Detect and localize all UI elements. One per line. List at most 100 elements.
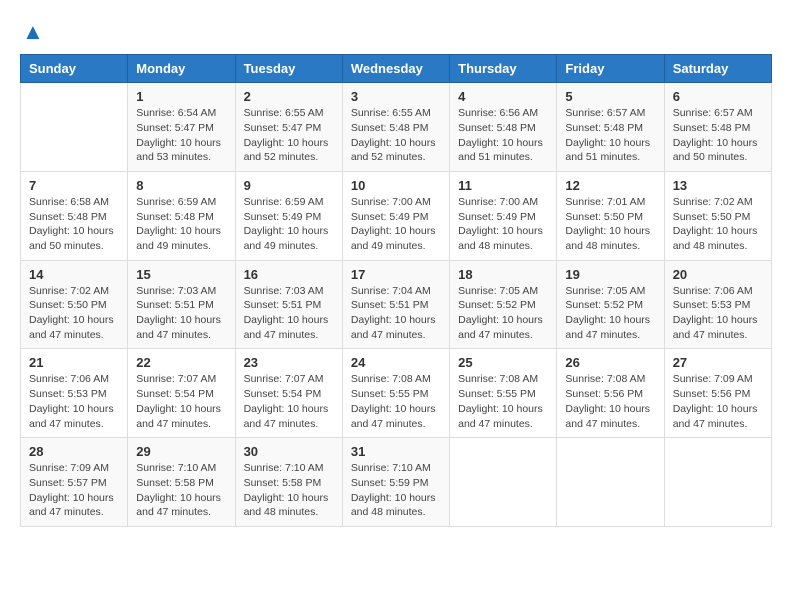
calendar-cell: 26 Sunrise: 7:08 AM Sunset: 5:56 PM Dayli…	[557, 349, 664, 438]
day-number: 9	[244, 178, 334, 193]
calendar-cell: 30 Sunrise: 7:10 AM Sunset: 5:58 PM Dayli…	[235, 438, 342, 527]
day-info: Sunrise: 7:03 AM Sunset: 5:51 PM Dayligh…	[244, 284, 334, 343]
header-saturday: Saturday	[664, 55, 771, 83]
calendar-cell: 5Sunrise: 6:57 AM Sunset: 5:48 PM Daylig…	[557, 83, 664, 172]
calendar-cell	[450, 438, 557, 527]
day-info: Sunrise: 7:05 AM Sunset: 5:52 PM Dayligh…	[458, 284, 548, 343]
calendar-cell: 24 Sunrise: 7:08 AM Sunset: 5:55 PM Dayli…	[342, 349, 449, 438]
calendar-cell: 8 Sunrise: 6:59 AM Sunset: 5:48 PM Daylig…	[128, 171, 235, 260]
calendar-cell: 22 Sunrise: 7:07 AM Sunset: 5:54 PM Dayli…	[128, 349, 235, 438]
calendar-cell: 15Sunrise: 7:03 AM Sunset: 5:51 PM Dayli…	[128, 260, 235, 349]
calendar-cell: 1Sunrise: 6:54 AM Sunset: 5:47 PM Daylig…	[128, 83, 235, 172]
header-sunday: Sunday	[21, 55, 128, 83]
day-info: Sunrise: 6:59 AM Sunset: 5:49 PM Dayligh…	[244, 195, 334, 254]
day-info: Sunrise: 6:56 AM Sunset: 5:48 PM Dayligh…	[458, 106, 548, 165]
header-friday: Friday	[557, 55, 664, 83]
day-number: 5	[565, 89, 655, 104]
day-number: 15	[136, 267, 226, 282]
day-number: 14	[29, 267, 119, 282]
day-number: 20	[673, 267, 763, 282]
day-info: Sunrise: 7:10 AM Sunset: 5:59 PM Dayligh…	[351, 461, 441, 520]
calendar-cell: 16 Sunrise: 7:03 AM Sunset: 5:51 PM Dayli…	[235, 260, 342, 349]
calendar-week-row: 21 Sunrise: 7:06 AM Sunset: 5:53 PM Dayli…	[21, 349, 772, 438]
day-number: 29	[136, 444, 226, 459]
day-number: 30	[244, 444, 334, 459]
calendar-cell: 3Sunrise: 6:55 AM Sunset: 5:48 PM Daylig…	[342, 83, 449, 172]
day-info: Sunrise: 6:55 AM Sunset: 5:47 PM Dayligh…	[244, 106, 334, 165]
day-number: 4	[458, 89, 548, 104]
calendar-cell: 9 Sunrise: 6:59 AM Sunset: 5:49 PM Daylig…	[235, 171, 342, 260]
calendar-cell: 2 Sunrise: 6:55 AM Sunset: 5:47 PM Daylig…	[235, 83, 342, 172]
day-info: Sunrise: 7:08 AM Sunset: 5:56 PM Dayligh…	[565, 372, 655, 431]
day-number: 21	[29, 355, 119, 370]
calendar-cell: 27 Sunrise: 7:09 AM Sunset: 5:56 PM Dayli…	[664, 349, 771, 438]
calendar-cell: 4 Sunrise: 6:56 AM Sunset: 5:48 PM Daylig…	[450, 83, 557, 172]
calendar-cell: 18 Sunrise: 7:05 AM Sunset: 5:52 PM Dayli…	[450, 260, 557, 349]
day-info: Sunrise: 7:09 AM Sunset: 5:57 PM Dayligh…	[29, 461, 119, 520]
day-number: 31	[351, 444, 441, 459]
day-info: Sunrise: 7:02 AM Sunset: 5:50 PM Dayligh…	[673, 195, 763, 254]
day-number: 3	[351, 89, 441, 104]
day-number: 19	[565, 267, 655, 282]
calendar-cell	[557, 438, 664, 527]
day-info: Sunrise: 6:59 AM Sunset: 5:48 PM Dayligh…	[136, 195, 226, 254]
day-info: Sunrise: 7:06 AM Sunset: 5:53 PM Dayligh…	[29, 372, 119, 431]
day-number: 13	[673, 178, 763, 193]
day-number: 22	[136, 355, 226, 370]
day-number: 16	[244, 267, 334, 282]
day-info: Sunrise: 7:00 AM Sunset: 5:49 PM Dayligh…	[458, 195, 548, 254]
calendar-cell: 29 Sunrise: 7:10 AM Sunset: 5:58 PM Dayli…	[128, 438, 235, 527]
day-number: 27	[673, 355, 763, 370]
header-wednesday: Wednesday	[342, 55, 449, 83]
calendar-cell: 13 Sunrise: 7:02 AM Sunset: 5:50 PM Dayli…	[664, 171, 771, 260]
calendar-cell: 19Sunrise: 7:05 AM Sunset: 5:52 PM Dayli…	[557, 260, 664, 349]
calendar-cell	[664, 438, 771, 527]
day-number: 24	[351, 355, 441, 370]
calendar-header-row: Sunday Monday Tuesday Wednesday Thursday…	[21, 55, 772, 83]
day-number: 6	[673, 89, 763, 104]
day-info: Sunrise: 7:07 AM Sunset: 5:54 PM Dayligh…	[136, 372, 226, 431]
day-number: 2	[244, 89, 334, 104]
day-info: Sunrise: 7:00 AM Sunset: 5:49 PM Dayligh…	[351, 195, 441, 254]
day-info: Sunrise: 7:08 AM Sunset: 5:55 PM Dayligh…	[351, 372, 441, 431]
day-info: Sunrise: 7:01 AM Sunset: 5:50 PM Dayligh…	[565, 195, 655, 254]
calendar-cell: 21 Sunrise: 7:06 AM Sunset: 5:53 PM Dayli…	[21, 349, 128, 438]
calendar-cell: 11Sunrise: 7:00 AM Sunset: 5:49 PM Dayli…	[450, 171, 557, 260]
calendar-cell: 7 Sunrise: 6:58 AM Sunset: 5:48 PM Daylig…	[21, 171, 128, 260]
header: ▲	[20, 20, 772, 44]
day-number: 17	[351, 267, 441, 282]
day-info: Sunrise: 7:09 AM Sunset: 5:56 PM Dayligh…	[673, 372, 763, 431]
calendar-cell	[21, 83, 128, 172]
calendar-cell: 17 Sunrise: 7:04 AM Sunset: 5:51 PM Dayli…	[342, 260, 449, 349]
day-number: 12	[565, 178, 655, 193]
calendar-cell: 12 Sunrise: 7:01 AM Sunset: 5:50 PM Dayli…	[557, 171, 664, 260]
day-number: 8	[136, 178, 226, 193]
calendar-cell: 23 Sunrise: 7:07 AM Sunset: 5:54 PM Dayli…	[235, 349, 342, 438]
header-thursday: Thursday	[450, 55, 557, 83]
logo: ▲	[20, 20, 44, 44]
header-tuesday: Tuesday	[235, 55, 342, 83]
day-number: 23	[244, 355, 334, 370]
day-number: 1	[136, 89, 226, 104]
day-info: Sunrise: 7:08 AM Sunset: 5:55 PM Dayligh…	[458, 372, 548, 431]
day-info: Sunrise: 7:02 AM Sunset: 5:50 PM Dayligh…	[29, 284, 119, 343]
header-monday: Monday	[128, 55, 235, 83]
day-info: Sunrise: 7:06 AM Sunset: 5:53 PM Dayligh…	[673, 284, 763, 343]
day-info: Sunrise: 7:07 AM Sunset: 5:54 PM Dayligh…	[244, 372, 334, 431]
calendar-cell: 10 Sunrise: 7:00 AM Sunset: 5:49 PM Dayli…	[342, 171, 449, 260]
day-number: 28	[29, 444, 119, 459]
day-info: Sunrise: 7:04 AM Sunset: 5:51 PM Dayligh…	[351, 284, 441, 343]
day-number: 10	[351, 178, 441, 193]
day-info: Sunrise: 7:10 AM Sunset: 5:58 PM Dayligh…	[136, 461, 226, 520]
day-number: 26	[565, 355, 655, 370]
day-info: Sunrise: 6:57 AM Sunset: 5:48 PM Dayligh…	[673, 106, 763, 165]
day-number: 7	[29, 178, 119, 193]
day-number: 25	[458, 355, 548, 370]
calendar-table: Sunday Monday Tuesday Wednesday Thursday…	[20, 54, 772, 527]
day-info: Sunrise: 7:10 AM Sunset: 5:58 PM Dayligh…	[244, 461, 334, 520]
calendar-week-row: 1Sunrise: 6:54 AM Sunset: 5:47 PM Daylig…	[21, 83, 772, 172]
calendar-week-row: 7 Sunrise: 6:58 AM Sunset: 5:48 PM Daylig…	[21, 171, 772, 260]
day-number: 18	[458, 267, 548, 282]
day-info: Sunrise: 6:58 AM Sunset: 5:48 PM Dayligh…	[29, 195, 119, 254]
calendar-cell: 6 Sunrise: 6:57 AM Sunset: 5:48 PM Daylig…	[664, 83, 771, 172]
